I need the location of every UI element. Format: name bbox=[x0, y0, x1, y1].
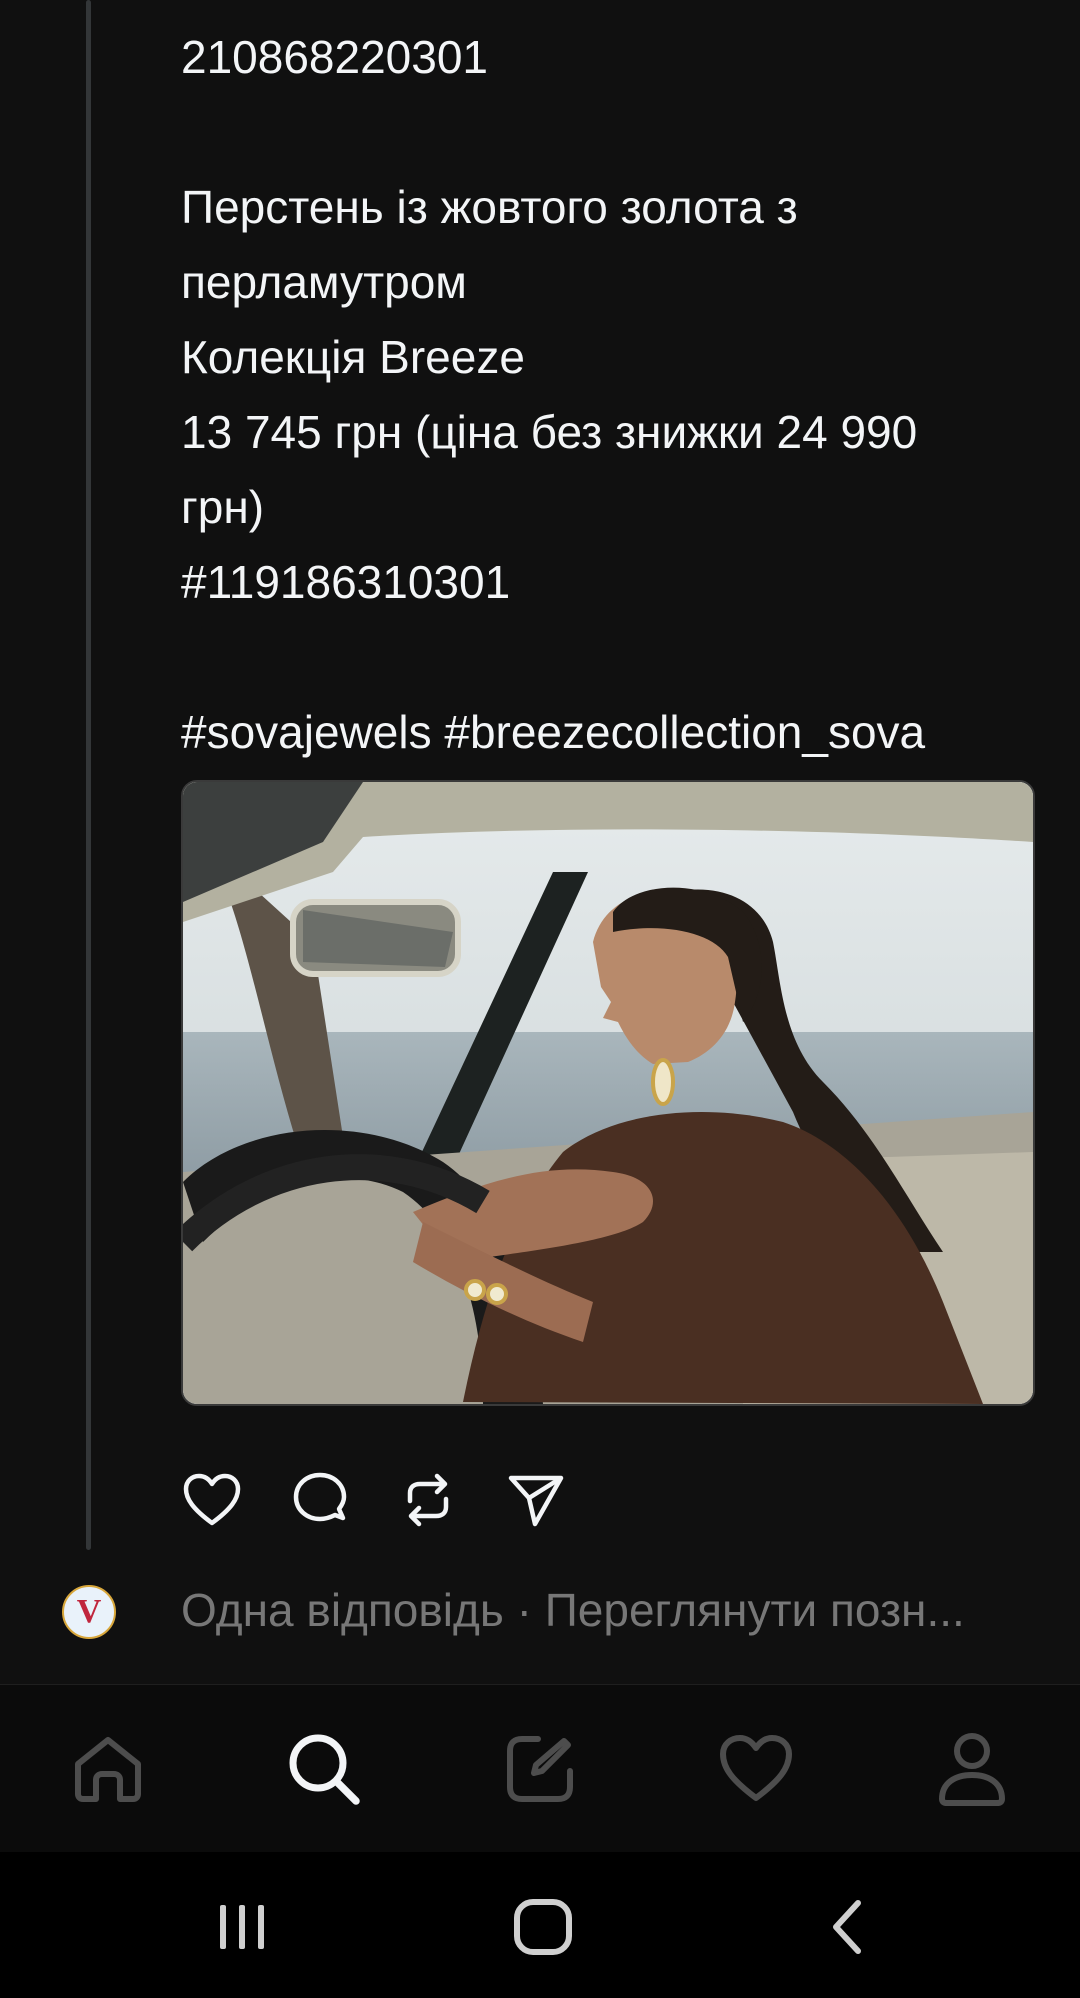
repost-icon bbox=[407, 1473, 449, 1527]
replies-link[interactable]: Одна відповідь · Переглянути позн... bbox=[181, 1583, 1021, 1637]
share-button[interactable] bbox=[505, 1469, 567, 1531]
avatar-letter: V bbox=[76, 1593, 102, 1630]
like-button[interactable] bbox=[181, 1469, 243, 1531]
reply-avatar[interactable]: V bbox=[62, 1585, 116, 1639]
hashtags[interactable]: #sovajewels #breezecollection_sova bbox=[181, 695, 1021, 770]
post-body: '''' 210868220301 Перстень із жовтого зо… bbox=[181, 20, 1021, 770]
home-nav-button[interactable] bbox=[503, 1892, 583, 1962]
product-code: 210868220301 bbox=[181, 31, 488, 83]
home-nav-icon bbox=[514, 1899, 572, 1955]
activity-heart-icon bbox=[720, 1735, 792, 1801]
price-line2: грн) bbox=[181, 481, 265, 533]
compose-icon bbox=[507, 1736, 573, 1802]
heart-icon bbox=[183, 1473, 241, 1526]
tab-home[interactable] bbox=[66, 1727, 150, 1811]
bottom-tab-bar bbox=[0, 1684, 1080, 1853]
tab-compose[interactable] bbox=[498, 1727, 582, 1811]
post-actions bbox=[181, 1468, 567, 1532]
clipped-text-fragment: '''' bbox=[181, 6, 221, 20]
post-photo-illustration bbox=[183, 782, 1033, 1404]
tab-search[interactable] bbox=[282, 1727, 366, 1811]
comment-button[interactable] bbox=[289, 1469, 351, 1531]
send-icon bbox=[508, 1475, 564, 1527]
replies-summary[interactable]: V Одна відповідь · Переглянути позн... bbox=[0, 1575, 1080, 1645]
recent-apps-button[interactable] bbox=[202, 1892, 282, 1962]
back-icon bbox=[833, 1900, 861, 1954]
collection-name: Колекція Breeze bbox=[181, 331, 525, 383]
profile-icon bbox=[939, 1733, 1005, 1806]
back-button[interactable] bbox=[808, 1892, 888, 1962]
recent-apps-icon bbox=[220, 1905, 264, 1949]
thread-line bbox=[86, 0, 91, 1550]
tab-activity[interactable] bbox=[714, 1727, 798, 1811]
home-icon bbox=[75, 1737, 141, 1802]
post-photo[interactable] bbox=[181, 780, 1035, 1406]
repost-button[interactable] bbox=[397, 1469, 459, 1531]
system-navigation-bar bbox=[0, 1852, 1080, 1998]
search-icon bbox=[289, 1734, 360, 1805]
product-title-line1: Перстень із жовтого золота з bbox=[181, 181, 798, 233]
price-line1: 13 745 грн (ціна без знижки 24 990 bbox=[181, 406, 918, 458]
hashtag-code[interactable]: #119186310301 bbox=[181, 545, 1021, 620]
product-title-line2: перламутром bbox=[181, 256, 467, 308]
tab-profile[interactable] bbox=[930, 1727, 1014, 1811]
comment-icon bbox=[293, 1472, 347, 1522]
